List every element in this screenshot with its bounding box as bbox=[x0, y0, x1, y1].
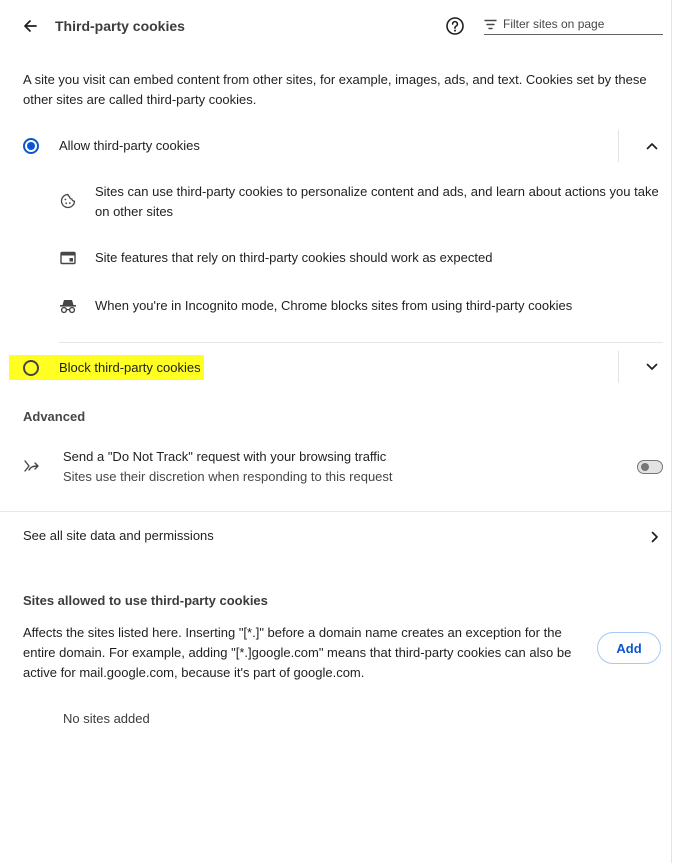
no-sites-text: No sites added bbox=[63, 711, 150, 726]
dnt-row[interactable]: Send a "Do Not Track" request with your … bbox=[0, 444, 671, 494]
arrow-back-icon bbox=[24, 20, 37, 32]
block-radio[interactable] bbox=[23, 360, 39, 376]
divider bbox=[59, 342, 663, 343]
detail-text-2: Site features that rely on third-party c… bbox=[95, 250, 493, 265]
dnt-title: Send a "Do Not Track" request with your … bbox=[63, 449, 387, 464]
window-border bbox=[671, 0, 672, 863]
help-button[interactable] bbox=[444, 15, 466, 37]
allowed-sites-heading: Sites allowed to use third-party cookies bbox=[23, 593, 268, 608]
intro-text: A site you visit can embed content from … bbox=[23, 72, 647, 107]
detail-text-3: When you're in Incognito mode, Chrome bl… bbox=[95, 298, 573, 313]
browser-window-icon bbox=[60, 251, 76, 265]
do-not-track-icon bbox=[24, 460, 39, 472]
chevron-down-icon bbox=[646, 363, 658, 370]
page-title: Third-party cookies bbox=[55, 18, 185, 34]
see-all-label: See all site data and permissions bbox=[23, 528, 214, 543]
back-button[interactable] bbox=[18, 15, 42, 37]
filter-icon bbox=[484, 19, 497, 30]
filter-box[interactable] bbox=[484, 16, 663, 35]
advanced-heading: Advanced bbox=[23, 409, 86, 424]
dnt-subtitle: Sites use their discretion when respondi… bbox=[63, 469, 393, 484]
allow-option-row[interactable]: Allow third-party cookies bbox=[0, 130, 671, 162]
add-site-button[interactable]: Add bbox=[597, 632, 661, 664]
see-all-site-data-row[interactable]: See all site data and permissions bbox=[0, 522, 671, 552]
incognito-icon bbox=[60, 300, 76, 314]
help-circle-icon bbox=[446, 17, 464, 35]
separator bbox=[618, 130, 619, 162]
detail-text-1: Sites can use third-party cookies to per… bbox=[95, 184, 659, 219]
chevron-right-icon bbox=[651, 531, 658, 543]
filter-sites-input[interactable] bbox=[503, 17, 658, 31]
divider bbox=[0, 511, 671, 512]
block-label: Block third-party cookies bbox=[59, 360, 201, 375]
block-option-row[interactable]: Block third-party cookies bbox=[0, 351, 671, 383]
allowed-sites-description: Affects the sites listed here. Inserting… bbox=[23, 625, 572, 680]
allow-radio[interactable] bbox=[23, 138, 39, 154]
toggle-knob bbox=[641, 463, 649, 471]
cookie-icon bbox=[60, 193, 76, 209]
collapse-allow-button[interactable] bbox=[640, 136, 664, 156]
expand-block-button[interactable] bbox=[640, 357, 664, 377]
dnt-toggle[interactable] bbox=[637, 460, 663, 474]
allow-label: Allow third-party cookies bbox=[59, 138, 200, 153]
separator bbox=[618, 351, 619, 383]
chevron-up-icon bbox=[646, 143, 658, 150]
